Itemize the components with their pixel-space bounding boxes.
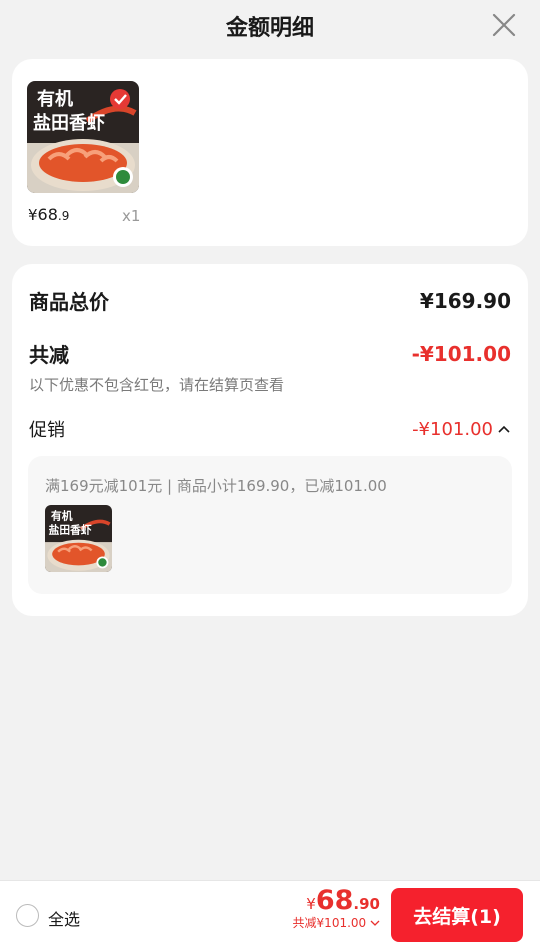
total-int: 68 <box>315 885 354 916</box>
discount-label: 共减 <box>29 343 69 367</box>
bottom-bar: 全选 ¥68.90 共减¥101.00 去结算(1) <box>0 880 540 944</box>
promo-row[interactable]: 促销 -¥101.00 <box>29 416 511 442</box>
saved-amount[interactable]: 共减¥101.00 <box>293 914 380 931</box>
chevron-up-icon[interactable] <box>497 424 511 434</box>
close-icon[interactable] <box>490 11 518 39</box>
discount-value: -¥101.00 <box>411 341 511 366</box>
promo-image-text: 有机 <box>51 509 73 522</box>
checkout-button[interactable]: 去结算(1) <box>391 888 523 942</box>
promo-product-image[interactable]: 有机 盐田香虾 <box>45 505 112 572</box>
total-value: ¥169.90 <box>419 288 511 313</box>
product-price: ¥68.9 <box>28 205 70 224</box>
total-currency: ¥ <box>306 895 316 913</box>
promo-value: -¥101.00 <box>412 418 493 440</box>
chevron-down-icon <box>370 920 380 926</box>
product-image-text: 有机 <box>37 88 73 110</box>
page-title: 金额明细 <box>225 16 314 41</box>
promo-image-text: 盐田香虾 <box>49 524 92 537</box>
promo-value-group[interactable]: -¥101.00 <box>412 419 511 440</box>
promo-label: 促销 <box>29 420 65 441</box>
total-price: ¥68.90 共减¥101.00 <box>293 885 380 931</box>
product-image[interactable]: 有机 盐田香虾 <box>27 81 139 193</box>
promo-detail-box: 满169元减101元 | 商品小计169.90，已减101.00 有机 盐田香虾 <box>28 456 512 594</box>
header: 金额明细 <box>0 0 540 52</box>
total-label: 商品总价 <box>29 290 109 314</box>
price-summary-card: 商品总价 ¥169.90 共减 -¥101.00 以下优惠不包含红包，请在结算页… <box>12 264 528 616</box>
select-all-radio[interactable] <box>16 904 39 927</box>
select-all-label[interactable]: 全选 <box>48 906 80 930</box>
total-row: 商品总价 ¥169.90 <box>29 286 511 315</box>
discount-note: 以下优惠不包含红包，请在结算页查看 <box>29 376 285 394</box>
discount-row: 共减 -¥101.00 <box>29 339 511 368</box>
product-quantity: x1 <box>122 207 141 225</box>
total-dec: .90 <box>353 895 380 913</box>
promo-detail: 满169元减101元 | 商品小计169.90，已减101.00 <box>45 477 387 495</box>
product-card: 有机 盐田香虾 ¥68.9 x1 <box>12 59 528 246</box>
product-image-text: 盐田香虾 <box>33 112 105 134</box>
